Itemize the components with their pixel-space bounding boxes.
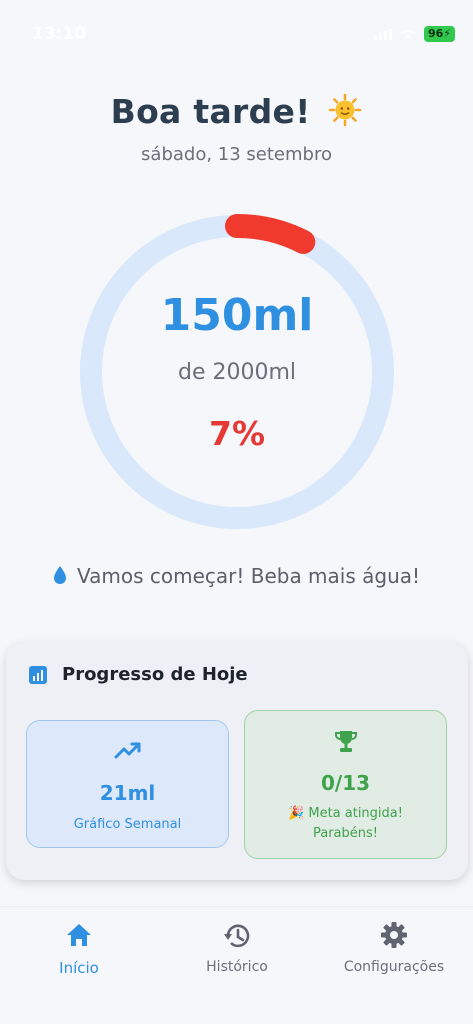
water-drop-icon <box>53 565 67 590</box>
consumed-amount: 150ml <box>160 290 314 341</box>
signal-icon <box>373 28 392 40</box>
goals-count: 0/13 <box>320 771 371 795</box>
nav-history-label: Histórico <box>206 959 268 975</box>
nav-home[interactable]: Início <box>0 921 158 977</box>
goals-message-line2: Parabéns! <box>312 826 378 841</box>
daily-goal: de 2000ml <box>177 360 297 385</box>
weekly-total: 21ml <box>99 781 156 805</box>
nav-home-label: Início <box>59 959 99 977</box>
battery-icon: 96⚡ <box>423 26 455 42</box>
greeting-heading: Boa tarde! <box>0 92 473 135</box>
battery-level: 96 <box>427 27 444 40</box>
motivation-text: Vamos começar! Beba mais água! <box>76 564 421 588</box>
card-header: Progresso de Hoje <box>28 664 248 685</box>
status-time: 13:10 <box>32 24 87 44</box>
history-icon <box>158 921 316 951</box>
trophy-icon <box>245 729 446 755</box>
weekly-chart-label: Gráfico Semanal <box>73 817 182 832</box>
home-icon <box>0 921 158 951</box>
nav-history[interactable]: Histórico <box>158 921 316 975</box>
status-bar: 13:10 96⚡ <box>0 0 473 70</box>
bottom-navigation: Início Histórico Configurações <box>0 906 473 1024</box>
nav-settings[interactable]: Configurações <box>315 921 473 975</box>
status-icons: 96⚡ <box>373 26 455 42</box>
nav-settings-label: Configurações <box>343 959 445 975</box>
current-date: sábado, 13 setembro <box>141 144 332 165</box>
wifi-icon <box>401 30 415 39</box>
gear-icon <box>315 921 473 951</box>
sun-face-icon <box>328 93 362 135</box>
water-progress-ring: 150ml de 2000ml 7% <box>79 214 395 530</box>
progress-percent: 7% <box>208 414 266 453</box>
motivation-message: Vamos começar! Beba mais água! <box>0 564 473 590</box>
bar-chart-icon <box>29 665 47 684</box>
greeting-text: Boa tarde! <box>110 92 311 131</box>
goals-box: 0/13 🎉 Meta atingida! Parabéns! <box>244 710 447 859</box>
goals-message: 🎉 Meta atingida! Parabéns! <box>245 804 446 844</box>
weekly-chart-button[interactable]: 21ml Gráfico Semanal <box>26 720 229 848</box>
today-progress-card: Progresso de Hoje 21ml Gráfico Semanal 0… <box>6 642 468 880</box>
trending-up-icon <box>27 741 228 761</box>
card-title: Progresso de Hoje <box>62 664 248 685</box>
goals-message-line1: 🎉 Meta atingida! <box>288 806 403 821</box>
